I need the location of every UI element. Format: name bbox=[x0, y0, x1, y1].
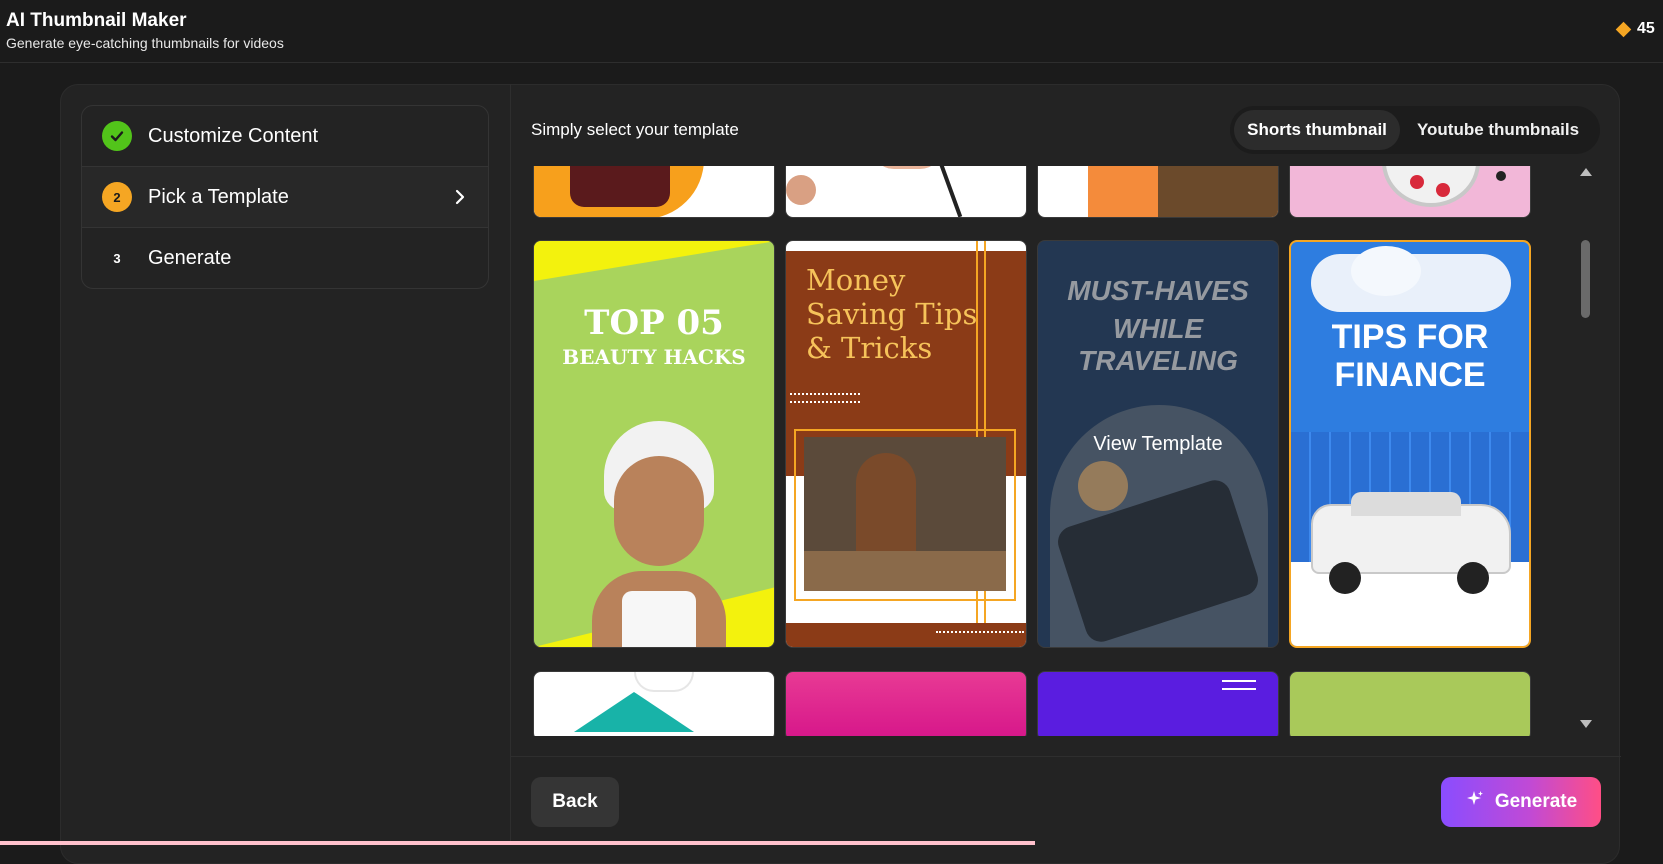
check-icon bbox=[102, 121, 132, 151]
step-generate[interactable]: 3 Generate bbox=[82, 228, 488, 288]
generate-button[interactable]: Generate bbox=[1441, 777, 1601, 827]
panel-footer: Back Generate bbox=[511, 756, 1621, 845]
credits-indicator[interactable]: 45 bbox=[1615, 20, 1655, 38]
template-title-line2: FINANCE bbox=[1334, 356, 1486, 394]
template-card[interactable] bbox=[533, 166, 775, 218]
top-bar: AI Thumbnail Maker Generate eye-catching… bbox=[0, 0, 1663, 63]
tab-youtube-thumbnails[interactable]: Youtube thumbnails bbox=[1404, 110, 1592, 150]
template-card[interactable] bbox=[1289, 166, 1531, 218]
panel-heading: Simply select your template bbox=[531, 120, 739, 139]
step-label: Generate bbox=[148, 247, 232, 269]
template-title-line2: Saving Tips bbox=[806, 297, 978, 331]
template-panel: Simply select your template Shorts thumb… bbox=[510, 84, 1621, 845]
scroll-up-arrow-icon[interactable] bbox=[1580, 168, 1592, 176]
app-subtitle: Generate eye-catching thumbnails for vid… bbox=[6, 35, 284, 51]
step-label: Pick a Template bbox=[148, 185, 289, 208]
template-scrollbar[interactable] bbox=[1579, 168, 1593, 728]
template-title-line1: Money bbox=[806, 263, 906, 297]
template-title-line1: TIPS FOR bbox=[1331, 318, 1489, 356]
template-card-travel[interactable]: MUST-HAVES WHILE TRAVELING View Template bbox=[1037, 240, 1279, 648]
template-title-line3: & Tricks bbox=[806, 331, 933, 365]
template-card[interactable] bbox=[1037, 166, 1279, 218]
diamond-icon bbox=[1615, 21, 1632, 37]
back-button[interactable]: Back bbox=[531, 777, 619, 827]
step-number-badge: 3 bbox=[113, 251, 121, 266]
step-label: Customize Content bbox=[148, 124, 319, 147]
tab-shorts-thumbnail[interactable]: Shorts thumbnail bbox=[1234, 110, 1400, 150]
scroll-thumb[interactable] bbox=[1581, 240, 1590, 318]
chevron-right-icon bbox=[454, 189, 466, 210]
template-card-money[interactable]: Money Saving Tips & Tricks bbox=[785, 240, 1027, 648]
template-card[interactable] bbox=[1289, 671, 1531, 736]
step-customize-content[interactable]: Customize Content bbox=[82, 106, 488, 167]
template-card[interactable] bbox=[1037, 671, 1279, 736]
view-template-label[interactable]: View Template bbox=[1038, 433, 1278, 456]
scroll-down-arrow-icon[interactable] bbox=[1580, 720, 1592, 728]
template-grid: TOP 05 BEAUTY HACKS Money Saving Tips & … bbox=[531, 166, 1561, 736]
step-number-badge: 2 bbox=[102, 182, 132, 212]
template-card-finance[interactable]: TIPS FOR FINANCE bbox=[1289, 240, 1531, 648]
template-card-beauty[interactable]: TOP 05 BEAUTY HACKS bbox=[533, 240, 775, 648]
template-title: TOP 05 bbox=[584, 303, 724, 343]
template-subtitle: BEAUTY HACKS bbox=[562, 345, 746, 369]
step-pick-template[interactable]: 2 Pick a Template bbox=[82, 167, 488, 228]
generate-label: Generate bbox=[1494, 791, 1578, 812]
sparkle-icon bbox=[1465, 789, 1485, 815]
template-card[interactable] bbox=[533, 671, 775, 736]
app-title: AI Thumbnail Maker bbox=[6, 10, 187, 31]
credits-count: 45 bbox=[1637, 20, 1655, 37]
template-card[interactable] bbox=[785, 166, 1027, 218]
template-card[interactable] bbox=[785, 671, 1027, 736]
progress-line bbox=[0, 841, 1035, 845]
steps-list: Customize Content 2 Pick a Template 3 Ge… bbox=[81, 105, 489, 289]
thumbnail-type-toggle: Shorts thumbnail Youtube thumbnails bbox=[1230, 106, 1600, 154]
